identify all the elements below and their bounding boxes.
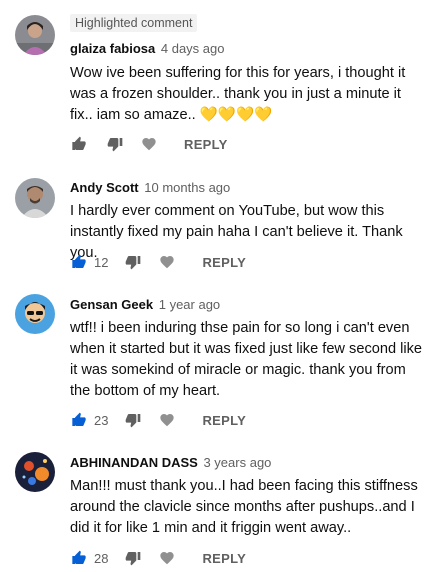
reply-button[interactable]: REPLY: [184, 137, 228, 152]
avatar[interactable]: [15, 15, 55, 55]
comment-time[interactable]: 4 days ago: [161, 41, 225, 56]
comment-actions: 23 REPLY: [70, 410, 246, 430]
heart-icon[interactable]: [158, 411, 176, 429]
comment-actions: 28 REPLY: [70, 548, 246, 568]
comment-time[interactable]: 10 months ago: [144, 180, 230, 195]
thumb-down-icon[interactable]: [124, 549, 142, 567]
comment-actions: 12 REPLY: [70, 252, 246, 272]
reply-button[interactable]: REPLY: [202, 413, 246, 428]
comment-header: Gensan Geek 1 year ago: [70, 297, 220, 313]
like-count: 23: [94, 412, 109, 428]
like-count: 12: [94, 254, 109, 270]
thumb-up-icon[interactable]: [70, 135, 88, 153]
comment-time[interactable]: 3 years ago: [203, 455, 271, 470]
thumb-down-icon[interactable]: [124, 253, 142, 271]
reply-button[interactable]: REPLY: [202, 551, 246, 566]
comment-header: Andy Scott 10 months ago: [70, 180, 230, 196]
comment-text: wtf!! i been induring thse pain for so l…: [70, 320, 423, 399]
comment-time[interactable]: 1 year ago: [159, 297, 220, 312]
heart-icon[interactable]: [158, 549, 176, 567]
thumb-up-icon[interactable]: [70, 411, 88, 429]
author-name[interactable]: ABHINANDAN DASS: [70, 455, 198, 470]
comment-header: ABHINANDAN DASS 3 years ago: [70, 455, 271, 471]
avatar[interactable]: [15, 452, 55, 492]
thumb-down-icon[interactable]: [106, 135, 124, 153]
comment-actions: REPLY: [70, 134, 228, 154]
thumb-up-icon[interactable]: [70, 549, 88, 567]
thumb-up-icon[interactable]: [70, 253, 88, 271]
highlighted-comment-badge: Highlighted comment: [70, 14, 198, 32]
like-count: 28: [94, 550, 109, 566]
comment-text: Man!!! must thank you..I had been facing…: [70, 478, 418, 536]
author-name[interactable]: glaiza fabiosa: [70, 41, 155, 56]
comment-header: glaiza fabiosa 4 days ago: [70, 41, 224, 57]
heart-icon[interactable]: [140, 135, 158, 153]
heart-icon[interactable]: [158, 253, 176, 271]
avatar[interactable]: [15, 294, 55, 334]
author-name[interactable]: Gensan Geek: [70, 297, 153, 312]
avatar[interactable]: [15, 178, 55, 218]
reply-button[interactable]: REPLY: [202, 255, 246, 270]
comment-text: Wow ive been suffering for this for year…: [70, 65, 406, 123]
author-name[interactable]: Andy Scott: [70, 180, 139, 195]
thumb-down-icon[interactable]: [124, 411, 142, 429]
